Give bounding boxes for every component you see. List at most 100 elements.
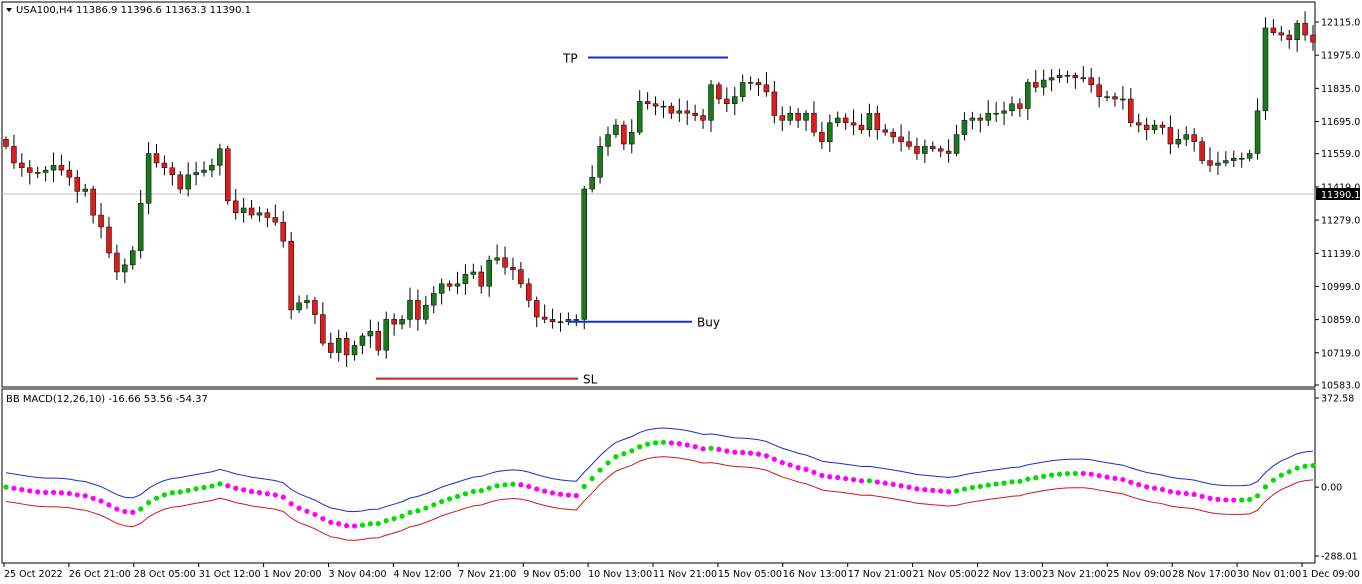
candle-body	[193, 172, 199, 176]
candle-body	[209, 165, 215, 171]
candle-body	[1128, 98, 1134, 123]
candle-body	[1302, 22, 1308, 36]
macd-dot	[787, 462, 793, 468]
macd-dot	[1270, 477, 1276, 483]
time-tick-label: 23 Nov 21:00	[1042, 569, 1106, 580]
macd-dot	[383, 518, 389, 524]
candle-body	[850, 122, 857, 126]
candle-body	[1064, 75, 1071, 77]
candle-body	[446, 283, 453, 287]
candle-body	[1040, 79, 1047, 88]
macd-dot	[1254, 493, 1261, 499]
candle-body	[280, 221, 286, 242]
candle-body	[129, 250, 136, 266]
candle-body	[1025, 82, 1031, 109]
macd-dot	[676, 441, 682, 447]
candle-body	[977, 117, 984, 121]
macd-dot	[201, 484, 207, 491]
candle-body	[811, 112, 817, 133]
macd-dot	[1183, 490, 1189, 497]
trade-level-label: TP	[562, 52, 578, 66]
candle-body	[779, 115, 786, 121]
candle-body	[819, 131, 825, 142]
macd-dot	[1239, 497, 1245, 503]
macd-dot	[439, 498, 445, 505]
candle-body	[1096, 84, 1102, 97]
macd-dot	[597, 467, 603, 473]
price-tick-label: 10719.0	[1321, 348, 1360, 359]
time-tick-label: 16 Nov 13:00	[783, 569, 847, 580]
candle-body	[1207, 160, 1213, 166]
candle-body	[1072, 75, 1079, 78]
macd-dot	[1247, 496, 1253, 503]
candle-body	[272, 217, 279, 223]
candle-body	[1294, 22, 1300, 41]
candle-body	[430, 293, 437, 306]
candle-body	[724, 98, 730, 104]
candle-body	[74, 176, 81, 192]
price-tick-label: 10583.0	[1321, 381, 1360, 392]
macd-dot	[454, 493, 461, 500]
macd-dot	[209, 483, 215, 489]
macd-dot	[993, 481, 999, 487]
candle-body	[1199, 141, 1205, 161]
macd-dot	[700, 446, 706, 452]
candle-body	[930, 146, 936, 150]
candle-body	[19, 162, 25, 168]
macd-dot	[684, 442, 690, 448]
macd-dot	[296, 505, 302, 511]
macd-dot	[90, 495, 96, 501]
macd-dot	[217, 481, 223, 487]
macd-dot	[1049, 472, 1055, 478]
macd-dot	[138, 506, 144, 512]
candle-body	[240, 207, 247, 213]
macd-dot	[462, 491, 469, 497]
candle-body	[288, 240, 294, 311]
macd-dot	[470, 488, 476, 495]
candle-body	[842, 117, 849, 123]
candle-body	[90, 188, 96, 216]
candle-body	[613, 124, 619, 135]
time-tick-label: 15 Nov 05:00	[718, 569, 782, 580]
macd-dot	[914, 486, 920, 492]
time-tick-label: 3 Nov 04:00	[329, 569, 387, 580]
candle-body	[700, 115, 706, 121]
macd-dot	[478, 488, 484, 494]
macd-dot	[1009, 479, 1015, 485]
macd-dot	[185, 487, 191, 493]
time-tick-label: 10 Nov 13:00	[588, 569, 652, 580]
candle-body	[755, 82, 762, 86]
macd-dot	[819, 472, 825, 479]
candle-body	[510, 266, 516, 270]
candle-body	[827, 122, 833, 142]
macd-dot	[747, 450, 754, 456]
time-tick-label: 7 Nov 21:00	[458, 569, 516, 580]
candle-body	[106, 226, 112, 254]
candle-body	[1009, 103, 1015, 112]
macd-dot	[1096, 473, 1102, 479]
candle-body	[177, 174, 184, 190]
candle-body	[1238, 157, 1245, 160]
candle-body	[82, 188, 88, 192]
candle-body	[708, 84, 714, 121]
macd-dot	[906, 484, 912, 490]
candle-body	[969, 117, 976, 121]
macd-dot	[423, 505, 429, 511]
current-price-label: 11390.1	[1321, 190, 1360, 201]
macd-dot	[581, 483, 587, 490]
price-tick-label: 12115.0	[1321, 18, 1360, 29]
candle-body	[1310, 34, 1316, 43]
candle-body	[1286, 34, 1292, 41]
macd-dot	[114, 506, 120, 512]
macd-dot	[724, 448, 730, 454]
macd-dot	[415, 508, 421, 514]
candle-body	[898, 136, 904, 142]
macd-dot	[898, 483, 904, 489]
time-tick-label: 28 Oct 05:00	[134, 569, 196, 580]
time-tick-label: 28 Nov 17:00	[1172, 569, 1236, 580]
macd-dot	[27, 488, 33, 494]
macd-tick-label: 0.00	[1321, 483, 1342, 494]
macd-dot	[1231, 497, 1237, 503]
candle-body	[993, 112, 999, 115]
candle-body	[1033, 82, 1039, 88]
